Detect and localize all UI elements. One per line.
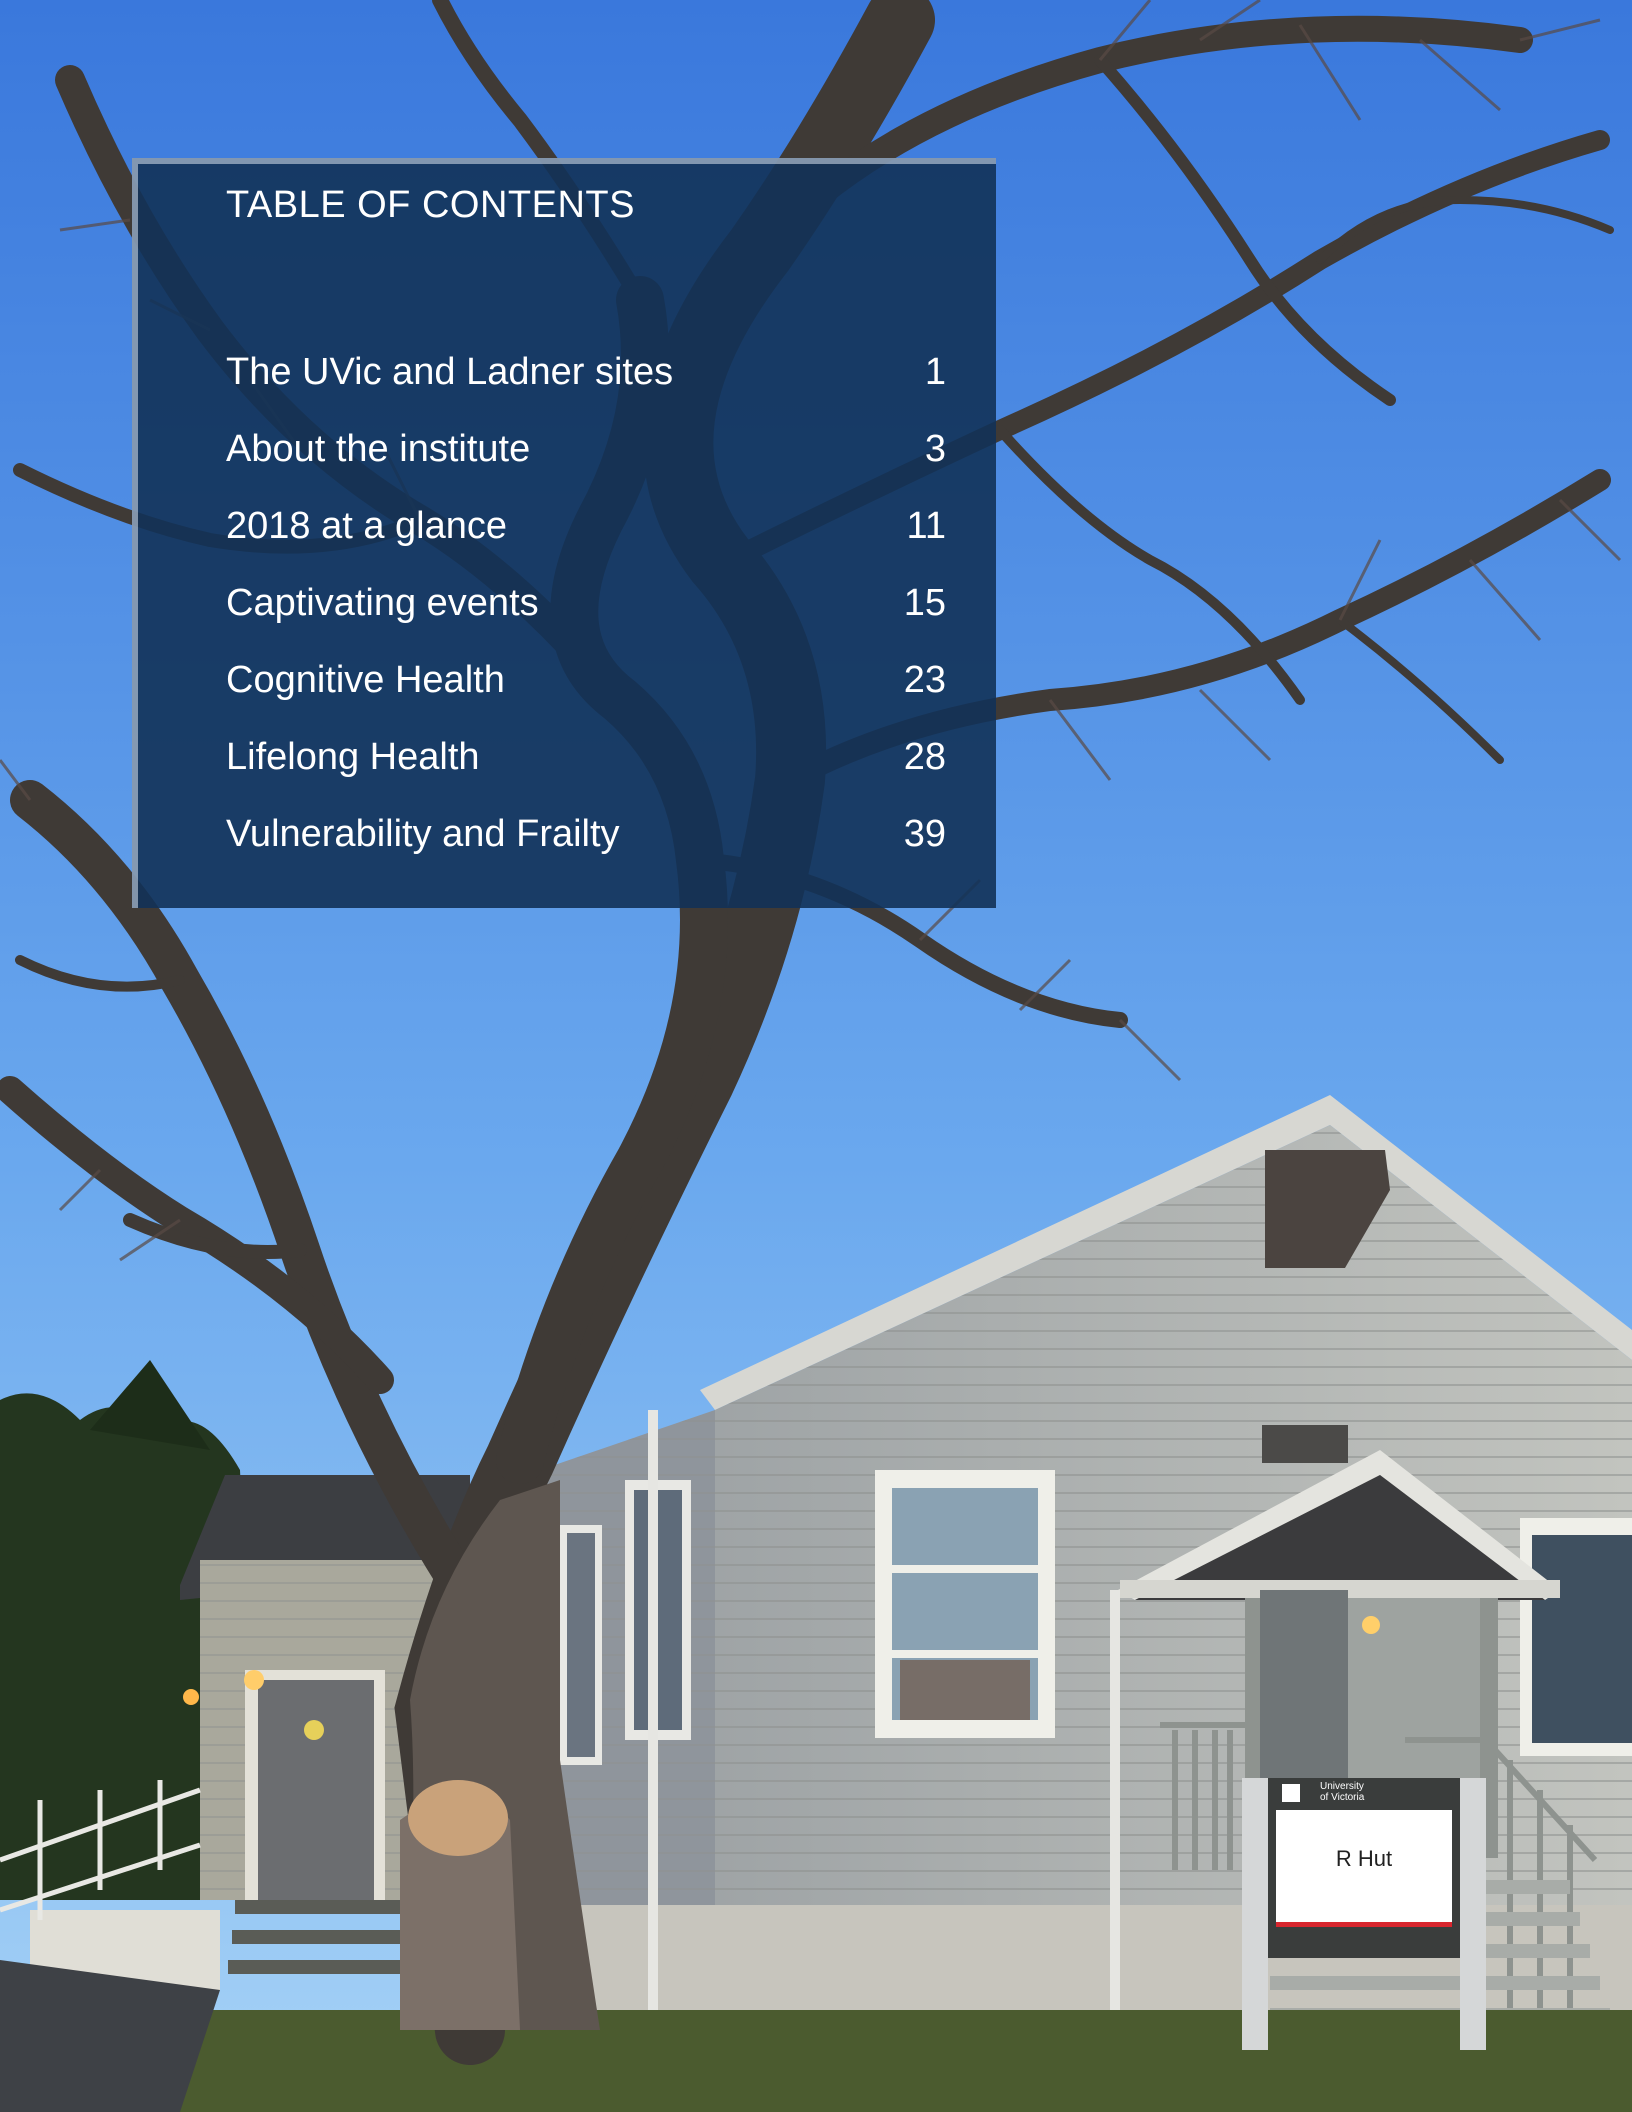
toc-entry[interactable]: Vulnerability and Frailty 39	[226, 796, 946, 873]
toc-entry-label: Cognitive Health	[226, 659, 505, 701]
sign-logo-text: University of Victoria	[1320, 1781, 1420, 1803]
toc-entry-page: 28	[903, 736, 946, 778]
toc-entry[interactable]: Captivating events 15	[226, 565, 946, 642]
toc-list: The UVic and Ladner sites 1 About the in…	[226, 334, 946, 873]
toc-entry-label: Vulnerability and Frailty	[226, 813, 620, 855]
lawn	[0, 2010, 1632, 2112]
toc-entry-page: 23	[903, 659, 946, 701]
toc-entry[interactable]: Lifelong Health 28	[226, 719, 946, 796]
toc-entry-page: 39	[903, 813, 946, 855]
toc-title: TABLE OF CONTENTS	[226, 184, 635, 226]
sign-logo-line-1: University	[1320, 1781, 1364, 1792]
toc-panel: TABLE OF CONTENTS The UVic and Ladner si…	[132, 158, 996, 908]
sign-building-name: R Hut	[1335, 1846, 1393, 1871]
toc-entry-label: Captivating events	[226, 582, 539, 624]
toc-entry-page: 11	[906, 505, 946, 547]
toc-entry[interactable]: 2018 at a glance 11	[226, 488, 946, 565]
toc-entry-page: 3	[924, 428, 946, 470]
toc-entry-label: About the institute	[226, 428, 531, 470]
toc-entry[interactable]: About the institute 3	[226, 411, 946, 488]
toc-entry-page: 15	[903, 582, 946, 624]
toc-entry-page: 1	[924, 351, 946, 393]
toc-entry-label: The UVic and Ladner sites	[226, 351, 674, 393]
toc-entry[interactable]: The UVic and Ladner sites 1	[226, 334, 946, 411]
toc-entry-label: 2018 at a glance	[226, 505, 508, 547]
cut-stump	[408, 1780, 508, 1856]
sign-logo-line-2: of Victoria	[1320, 1792, 1365, 1803]
toc-entry-label: Lifelong Health	[226, 736, 480, 778]
toc-entry[interactable]: Cognitive Health 23	[226, 642, 946, 719]
